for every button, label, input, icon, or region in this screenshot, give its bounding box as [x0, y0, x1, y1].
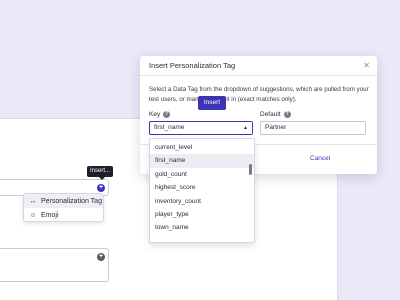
insert-tooltip: Insert...	[87, 166, 114, 180]
key-dropdown: current_level first_name gold_count high…	[149, 138, 255, 243]
dropdown-scrollbar[interactable]	[249, 164, 252, 175]
insert-button[interactable]: Insert	[198, 96, 226, 110]
default-input-value: Partner	[265, 124, 287, 131]
dropdown-option[interactable]: town_name	[150, 221, 254, 234]
key-select[interactable]: first_name ▲	[149, 121, 253, 135]
dropdown-option[interactable]: current_level	[150, 141, 254, 154]
arrows-icon: ↔	[29, 197, 37, 205]
help-icon[interactable]: ?	[163, 111, 171, 118]
close-icon[interactable]: ✕	[363, 61, 370, 70]
modal-title: Insert Personalization Tag	[149, 61, 236, 70]
plus-icon[interactable]: +	[97, 184, 105, 192]
menu-item-label: Emoji	[41, 211, 59, 219]
dropdown-option-selected[interactable]: first_name	[150, 154, 254, 168]
key-select-value: first_name	[154, 124, 185, 131]
dropdown-option[interactable]: gold_count	[150, 168, 254, 181]
dropdown-option[interactable]: highest_score	[150, 181, 254, 194]
default-label: Default	[260, 111, 281, 118]
menu-item-label: Personalization Tag	[41, 197, 102, 205]
insert-menu: ↔ Personalization Tag ☺ Emoji	[23, 193, 104, 222]
caret-up-icon: ▲	[243, 125, 248, 131]
dropdown-option[interactable]: player_type	[150, 208, 254, 221]
default-input[interactable]: Partner	[260, 121, 366, 135]
menu-item-emoji[interactable]: ☺ Emoji	[24, 208, 103, 222]
modal-header: Insert Personalization Tag ✕	[140, 56, 377, 76]
plus-icon-secondary[interactable]: +	[97, 253, 105, 261]
menu-item-personalization-tag[interactable]: ↔ Personalization Tag	[24, 194, 103, 208]
dropdown-option[interactable]: inventory_count	[150, 195, 254, 208]
key-label-row: Key ?	[149, 111, 171, 118]
help-icon[interactable]: ?	[283, 111, 291, 118]
modal-description: Select a Data Tag from the dropdown of s…	[149, 86, 369, 103]
emoji-icon: ☺	[29, 211, 37, 219]
secondary-field[interactable]	[0, 248, 109, 282]
cancel-button[interactable]: Cancel	[310, 155, 330, 162]
key-label: Key	[149, 111, 161, 118]
default-label-row: Default ?	[260, 111, 291, 118]
